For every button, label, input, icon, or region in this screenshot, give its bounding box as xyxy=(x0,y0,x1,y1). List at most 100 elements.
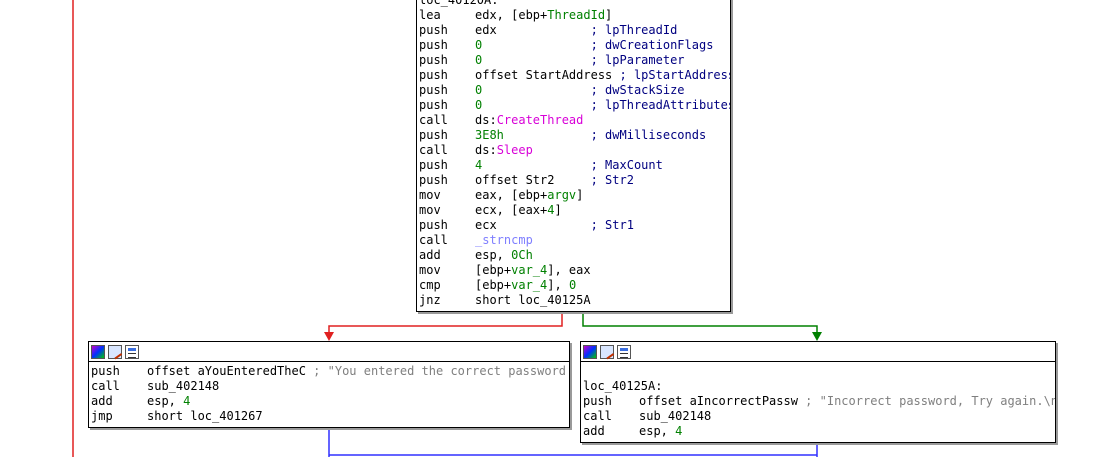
operand: ds: xyxy=(475,143,497,157)
operand: esp, xyxy=(639,424,676,438)
code-line[interactable]: cmp [ebp+var_4], 0 xyxy=(419,278,730,293)
code-line[interactable]: push edx ; lpThreadId xyxy=(419,23,730,38)
main-block-label: loc_40120A: xyxy=(419,0,499,7)
left-block-header xyxy=(89,342,569,362)
code-line[interactable]: add esp, 0Ch xyxy=(419,248,730,263)
mnemonic: call xyxy=(419,113,448,127)
operand: short loc_401267 xyxy=(147,409,263,423)
main-code-lines: loc_40120A: lea edx, [ebp+ThreadId] push ed… xyxy=(417,0,730,308)
mnemonic: jmp xyxy=(91,409,113,423)
operand: sub_402148 xyxy=(147,379,220,393)
comment: ; dwMilliseconds xyxy=(590,128,707,142)
code-line[interactable]: add esp, 4 xyxy=(91,394,569,409)
false-branch-arrow xyxy=(324,332,334,341)
left-code-block[interactable]: push offset aYouEnteredTheC ; "You entere… xyxy=(88,341,570,428)
comment: ; lpThreadAttributes xyxy=(590,98,731,112)
code-line[interactable]: push offset aIncorrectPassw ; "Incorrect … xyxy=(583,394,1055,409)
mnemonic: mov xyxy=(419,188,441,202)
main-code-block[interactable]: loc_40120A: lea edx, [ebp+ThreadId] push ed… xyxy=(416,0,731,312)
operand: 0Ch xyxy=(511,248,533,262)
code-line[interactable]: mov [ebp+var_4], eax xyxy=(419,263,730,278)
edit-color-icon[interactable] xyxy=(108,344,122,359)
code-line[interactable]: push 0 ; lpParameter xyxy=(419,53,730,68)
operand: 4 xyxy=(675,424,683,438)
code-line[interactable]: call sub_402148 xyxy=(583,409,1055,424)
operand: sub_402148 xyxy=(639,409,712,423)
code-line[interactable]: push offset Str2 ; Str2 xyxy=(419,173,730,188)
comment: ; Str1 xyxy=(590,218,634,232)
operand: 3E8h xyxy=(475,128,504,142)
operand: var_4 xyxy=(511,263,548,277)
mnemonic: push xyxy=(419,218,448,232)
group-nodes-icon[interactable] xyxy=(617,344,631,359)
code-line[interactable]: call ds:Sleep xyxy=(419,143,730,158)
operand: 0 xyxy=(568,278,577,292)
edit-color-icon[interactable] xyxy=(600,344,614,359)
mnemonic: push xyxy=(419,128,448,142)
operand: esp, xyxy=(475,248,512,262)
comment: ; "You entered the correct password!" xyxy=(313,364,570,378)
comment: ; lpParameter xyxy=(590,53,685,67)
mnemonic: lea xyxy=(419,8,441,22)
code-line[interactable]: push 0 ; lpThreadAttributes xyxy=(419,98,730,113)
comment: ; MaxCount xyxy=(590,158,663,172)
code-line[interactable]: push 0 ; dwCreationFlags xyxy=(419,38,730,53)
mnemonic: call xyxy=(419,143,448,157)
operand: edx, [ebp+ xyxy=(475,8,548,22)
true-branch-arrow xyxy=(812,332,822,341)
code-line[interactable]: push offset StartAddress ; lpStartAddress xyxy=(419,68,730,83)
operand: ds: xyxy=(475,113,497,127)
mnemonic: jnz xyxy=(419,293,441,307)
operand xyxy=(482,53,590,67)
mnemonic: add xyxy=(91,394,113,408)
operand: ] xyxy=(576,188,584,202)
right-code-lines: loc_40125A: push offset aIncorrectPassw ;… xyxy=(581,362,1055,439)
code-line[interactable]: call sub_402148 xyxy=(91,379,569,394)
mnemonic: add xyxy=(419,248,441,262)
right-code-block[interactable]: loc_40125A: push offset aIncorrectPassw ;… xyxy=(580,341,1056,443)
operand: CreateThread xyxy=(496,113,584,127)
mnemonic: push xyxy=(583,394,612,408)
group-nodes-icon[interactable] xyxy=(125,344,139,359)
code-line[interactable]: jmp short loc_401267 xyxy=(91,409,569,424)
code-line[interactable]: call _strncmp xyxy=(419,233,730,248)
mnemonic: call xyxy=(419,233,448,247)
mnemonic: push xyxy=(419,68,448,82)
comment: ; "Incorrect password, Try again.\n" xyxy=(805,394,1056,408)
operand: ecx xyxy=(475,218,591,232)
operand: ThreadId xyxy=(547,8,606,22)
mnemonic: push xyxy=(419,173,448,187)
code-line[interactable]: mov eax, [ebp+argv] xyxy=(419,188,730,203)
mnemonic: push xyxy=(419,158,448,172)
code-line[interactable]: push 3E8h ; dwMilliseconds xyxy=(419,128,730,143)
code-line[interactable]: add esp, 4 xyxy=(583,424,1055,439)
code-line[interactable]: mov ecx, [eax+4] xyxy=(419,203,730,218)
operand: Sleep xyxy=(496,143,533,157)
code-line[interactable]: push offset aYouEnteredTheC ; "You entere… xyxy=(91,364,569,379)
code-line[interactable]: lea edx, [ebp+ThreadId] xyxy=(419,8,730,23)
operand: var_4 xyxy=(511,278,548,292)
mnemonic: push xyxy=(419,53,448,67)
left-code-lines: push offset aYouEnteredTheC ; "You entere… xyxy=(89,362,569,424)
graph-color-icon[interactable] xyxy=(91,344,105,359)
mnemonic: push xyxy=(419,98,448,112)
operand: 4 xyxy=(183,394,191,408)
code-line[interactable]: push ecx ; Str1 xyxy=(419,218,730,233)
mnemonic: add xyxy=(583,424,605,438)
operand: [ebp+ xyxy=(475,278,512,292)
code-line[interactable]: push 0 ; dwStackSize xyxy=(419,83,730,98)
true-branch-edge xyxy=(582,310,818,338)
comment: ; Str2 xyxy=(590,173,634,187)
operand xyxy=(482,83,590,97)
mnemonic: push xyxy=(91,364,120,378)
mnemonic: push xyxy=(419,83,448,97)
code-line[interactable]: call ds:CreateThread xyxy=(419,113,730,128)
mnemonic: call xyxy=(91,379,120,393)
code-line[interactable]: jnz short loc_40125A xyxy=(419,293,730,308)
operand: ] xyxy=(605,8,613,22)
code-line[interactable]: push 4 ; MaxCount xyxy=(419,158,730,173)
operand: short loc_40125A xyxy=(475,293,591,307)
right-block-label: loc_40125A: xyxy=(583,379,663,393)
graph-color-icon[interactable] xyxy=(583,344,597,359)
operand: offset StartAddress xyxy=(475,68,620,82)
